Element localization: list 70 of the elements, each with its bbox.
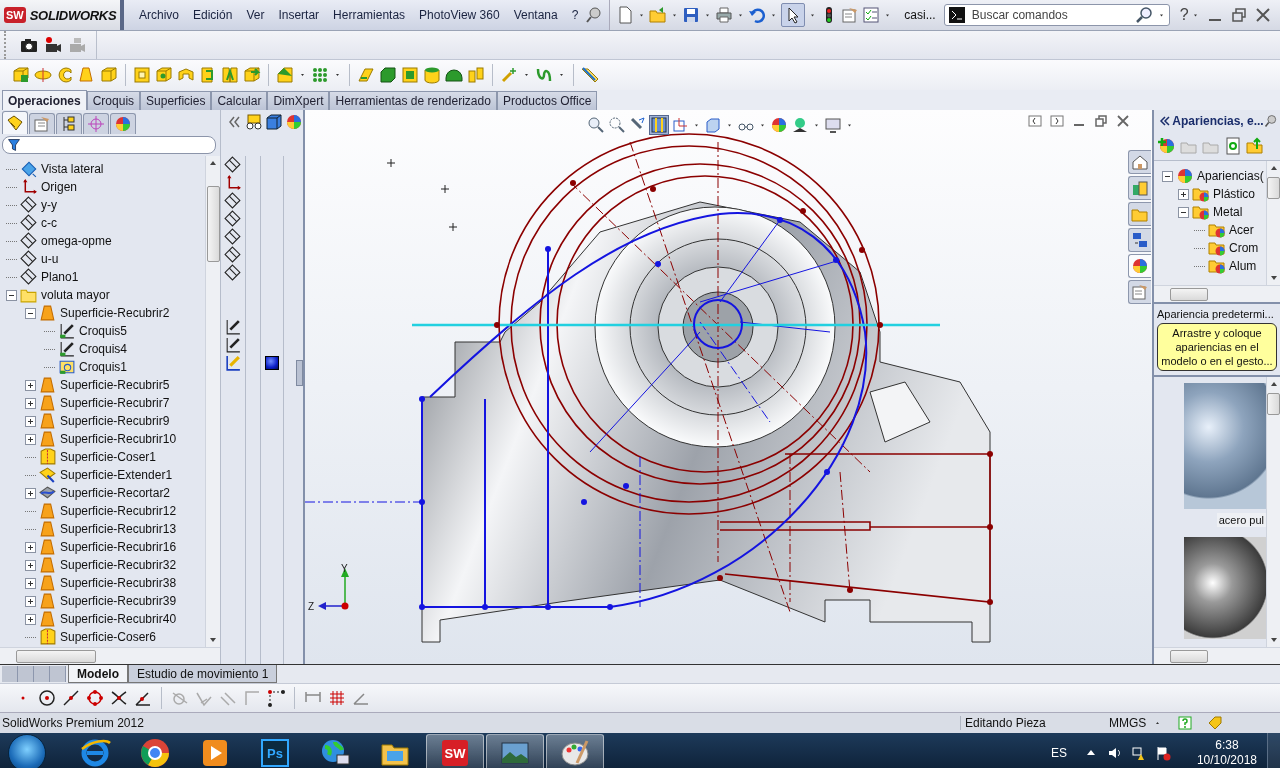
clock-date[interactable]: 10/10/2018 <box>1196 753 1257 768</box>
menu-item[interactable]: Herramientas <box>326 8 413 22</box>
tree-item[interactable]: Croquis4 <box>79 342 128 356</box>
command-tab[interactable]: Croquis <box>86 91 141 110</box>
search-input[interactable]: Buscar comandos <box>969 7 1131 23</box>
tree-item[interactable]: Superficie-Recubrir32 <box>60 558 177 572</box>
clock-time[interactable]: 6:38 <box>1215 738 1239 753</box>
tree-item[interactable]: Superficie-Recubrir40 <box>60 612 177 626</box>
menu-item[interactable]: ? <box>564 8 586 22</box>
tree-item[interactable]: Superficie-Recubrir39 <box>60 594 177 608</box>
tree-item[interactable]: Superficie-Coser1 <box>60 450 157 464</box>
tree-item[interactable]: c-c <box>41 216 57 230</box>
tree-item[interactable]: omega-opme <box>41 234 112 248</box>
status-text: Editando Pieza <box>960 716 1109 730</box>
hint-tooltip: Arrastre y coloque apariencias en el modelo o en el gesto... <box>1157 323 1277 371</box>
tree-item[interactable]: Acer <box>1229 223 1254 237</box>
document-title: casi... <box>903 8 937 22</box>
menu-item[interactable]: PhotoView 360 <box>412 8 507 22</box>
tree-item[interactable]: Superficie-Recubrir12 <box>60 504 177 518</box>
tree-item[interactable]: Superficie-Recubrir38 <box>60 576 177 590</box>
command-tab[interactable]: Superficies <box>140 91 212 110</box>
search-field[interactable]: Buscar comandos <box>943 4 1170 26</box>
model-tab[interactable]: Modelo <box>68 665 128 683</box>
tree-item[interactable]: Crom <box>1229 241 1259 255</box>
tree-item[interactable]: Superficie-Recortar2 <box>60 486 171 500</box>
tree-item[interactable]: Apariencias( <box>1197 169 1264 183</box>
tree-item[interactable]: Croquis1 <box>79 360 128 374</box>
command-tab[interactable]: Herramientas de renderizado <box>329 91 497 110</box>
default-appearance-label: Apariencia predetermi... <box>1157 308 1275 320</box>
menu-item[interactable]: Edición <box>186 8 240 22</box>
tree-item[interactable]: Plástico <box>1213 187 1256 201</box>
tree-item[interactable]: Origen <box>41 180 78 194</box>
tree-item[interactable]: Superficie-Extender1 <box>60 468 173 482</box>
command-tab[interactable]: DimXpert <box>267 91 330 110</box>
tree-item[interactable]: voluta mayor <box>41 288 110 302</box>
status-text: SolidWorks Premium 2012 <box>1 716 145 730</box>
command-tab[interactable]: Productos Office <box>496 91 598 110</box>
axis-label: Y <box>341 563 348 574</box>
tree-item[interactable]: Superficie-Recubrir16 <box>60 540 177 554</box>
tree-item[interactable]: Vista lateral <box>41 162 104 176</box>
tree-item[interactable]: Superficie-Recubrir13 <box>60 522 177 536</box>
command-tab[interactable]: Operaciones <box>2 90 87 110</box>
tree-item[interactable]: Metal <box>1213 205 1243 219</box>
tree-item[interactable]: u-u <box>41 252 59 266</box>
app-logo-text: SOLIDWORKS <box>29 7 117 23</box>
app-logo-badge: SW <box>4 7 26 23</box>
swatch-label: acero pul <box>1216 513 1266 527</box>
panel-title: Apariencias, e... <box>1172 114 1264 128</box>
tree-item[interactable]: Superficie-Recubrir7 <box>60 396 170 410</box>
units-indicator[interactable]: MMGS <box>1109 716 1153 730</box>
help-button[interactable]: ? <box>1173 6 1191 24</box>
tree-item[interactable]: Superficie-Recubrir9 <box>60 414 170 428</box>
tree-item[interactable]: Plano1 <box>41 270 79 284</box>
model-tab[interactable]: Estudio de movimiento 1 <box>128 665 278 683</box>
command-tab[interactable]: Calcular <box>211 91 268 110</box>
tree-item[interactable]: Superficie-Recubrir2 <box>60 306 170 320</box>
tree-item[interactable]: Superficie-Recubrir10 <box>60 432 177 446</box>
tree-item[interactable]: Croquis5 <box>79 324 128 338</box>
language-indicator[interactable]: ES <box>1050 746 1067 760</box>
menu-item[interactable]: Archivo <box>132 8 186 22</box>
taskbar-button[interactable]: Ps <box>246 734 304 768</box>
menu-item[interactable]: Insertar <box>271 8 327 22</box>
taskbar-button[interactable]: SW <box>426 734 484 768</box>
tree-item[interactable]: Superficie-Recubrir5 <box>60 378 170 392</box>
menu-item[interactable]: Ventana <box>506 8 565 22</box>
tree-item[interactable]: y-y <box>41 198 57 212</box>
axis-label: Z <box>308 601 315 612</box>
tree-item[interactable]: Alum <box>1229 259 1257 273</box>
menu-item[interactable]: Ver <box>239 8 272 22</box>
tree-item[interactable]: Superficie-Coser6 <box>60 630 157 644</box>
